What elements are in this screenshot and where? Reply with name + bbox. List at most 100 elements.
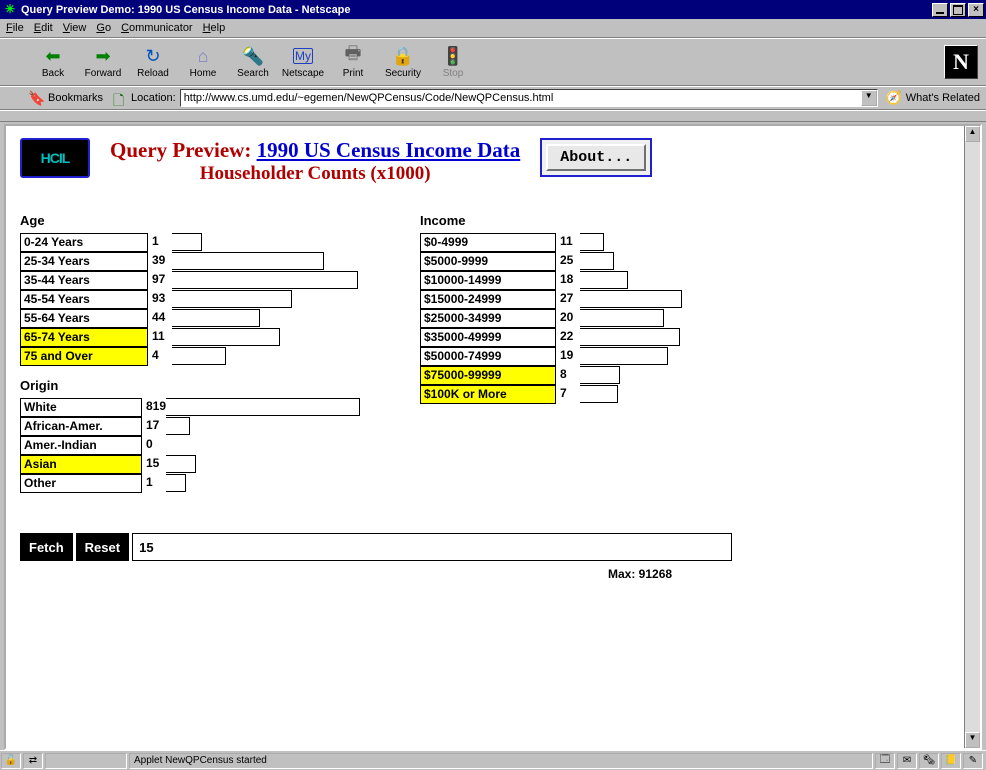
facet-bar [166, 398, 360, 416]
tray-addr-icon[interactable]: 📒 [941, 753, 961, 769]
location-drag-icon[interactable]: 🗋 Location: [113, 90, 176, 106]
facet-count: 25 [556, 252, 580, 271]
search-button[interactable]: 🔦 Search [228, 41, 278, 83]
facet-label[interactable]: $25000-34999 [420, 309, 556, 328]
app-icon: ✳ [2, 2, 18, 18]
facet-label[interactable]: Amer.-Indian [20, 436, 142, 455]
menu-view[interactable]: View [63, 22, 87, 34]
tray-news-icon[interactable]: 🗞 [919, 753, 939, 769]
location-input[interactable] [181, 92, 861, 104]
facet-label[interactable]: 0-24 Years [20, 233, 148, 252]
max-label: Max: 91268 [608, 567, 950, 581]
facet-count: 15 [142, 455, 166, 474]
maximize-button[interactable] [950, 3, 966, 17]
facet-label[interactable]: 55-64 Years [20, 309, 148, 328]
back-label: Back [42, 68, 64, 79]
title-link[interactable]: 1990 US Census Income Data [257, 138, 521, 162]
facet-label[interactable]: Asian [20, 455, 142, 474]
facet-count: 1 [142, 474, 166, 493]
facets: Age 0-24 Years125-34 Years3935-44 Years9… [20, 213, 950, 493]
menu-file[interactable]: File [6, 22, 24, 34]
facet-row: 55-64 Years44 [20, 309, 360, 328]
menubar: File Edit View Go Communicator Help [0, 19, 986, 38]
facet-origin-rows: White819African-Amer.17Amer.-Indian0Asia… [20, 398, 360, 493]
security-button[interactable]: 🔒 Security [378, 41, 428, 83]
home-button[interactable]: ⌂ Home [178, 41, 228, 83]
facet-bar [172, 271, 358, 289]
status-security-icon[interactable]: 🔓 [1, 753, 21, 769]
netscape-logo: N [944, 45, 978, 79]
facet-bar [580, 309, 664, 327]
scroll-down-button[interactable]: ▼ [965, 732, 980, 748]
about-button[interactable]: About... [540, 138, 652, 177]
forward-button[interactable]: ➡ Forward [78, 41, 128, 83]
reload-label: Reload [137, 68, 169, 79]
menu-communicator[interactable]: Communicator [121, 22, 193, 34]
document: HCIL Query Preview: 1990 US Census Incom… [6, 126, 964, 748]
facet-label[interactable]: $35000-49999 [420, 328, 556, 347]
facet-age-title: Age [20, 213, 360, 228]
facet-label[interactable]: $100K or More [420, 385, 556, 404]
facet-label[interactable]: $0-4999 [420, 233, 556, 252]
print-button[interactable]: 🖶 Print [328, 41, 378, 83]
tray-mail-icon[interactable]: ✉ [897, 753, 917, 769]
facet-label[interactable]: $15000-24999 [420, 290, 556, 309]
status-online-icon[interactable]: ⇄ [23, 753, 43, 769]
facet-count: 0 [142, 436, 166, 455]
facet-label[interactable]: White [20, 398, 142, 417]
fetch-button[interactable]: Fetch [20, 533, 73, 561]
stop-button[interactable]: 🚦 Stop [428, 41, 478, 83]
facet-label[interactable]: $10000-14999 [420, 271, 556, 290]
facet-label[interactable]: 35-44 Years [20, 271, 148, 290]
stop-icon: 🚦 [442, 45, 464, 67]
page-title: Query Preview: 1990 US Census Income Dat… [110, 138, 520, 163]
back-button[interactable]: ⬅ Back [28, 41, 78, 83]
facet-count: 93 [148, 290, 172, 309]
facet-bar [580, 366, 620, 384]
facet-bar [172, 290, 292, 308]
scroll-track[interactable] [965, 142, 980, 732]
facet-count: 27 [556, 290, 580, 309]
facet-age-rows: 0-24 Years125-34 Years3935-44 Years9745-… [20, 233, 360, 366]
facet-bar [580, 271, 628, 289]
facet-bar [580, 328, 680, 346]
facet-label[interactable]: 45-54 Years [20, 290, 148, 309]
facet-label[interactable]: $5000-9999 [420, 252, 556, 271]
reset-button[interactable]: Reset [76, 533, 129, 561]
netscape-button[interactable]: My Netscape [278, 41, 328, 83]
facet-label[interactable]: Other [20, 474, 142, 493]
facet-row: Asian15 [20, 455, 360, 474]
whats-related-button[interactable]: 🧭 What's Related [886, 90, 980, 106]
menu-help[interactable]: Help [203, 22, 226, 34]
facet-bar [172, 328, 280, 346]
location-dropdown-button[interactable]: ▼ [861, 90, 877, 106]
facet-label[interactable]: $75000-99999 [420, 366, 556, 385]
facet-bar [580, 233, 604, 251]
facet-label[interactable]: African-Amer. [20, 417, 142, 436]
menu-edit[interactable]: Edit [34, 22, 53, 34]
header-row: HCIL Query Preview: 1990 US Census Incom… [20, 138, 950, 185]
facet-count: 17 [142, 417, 166, 436]
vertical-scrollbar[interactable]: ▲ ▼ [964, 126, 980, 748]
lock-icon: 🔒 [392, 45, 414, 67]
facet-count: 39 [148, 252, 172, 271]
security-label: Security [385, 68, 421, 79]
facet-row: $25000-3499920 [420, 309, 682, 328]
reload-button[interactable]: ↻ Reload [128, 41, 178, 83]
result-bar: 15 [132, 533, 732, 561]
close-button[interactable]: × [968, 3, 984, 17]
tray-nav-icon[interactable]: 🗔 [875, 753, 895, 769]
scroll-up-button[interactable]: ▲ [965, 126, 980, 142]
facet-bar [580, 385, 618, 403]
related-icon: 🧭 [886, 90, 904, 106]
facet-label[interactable]: $50000-74999 [420, 347, 556, 366]
tray-comp-icon[interactable]: ✎ [963, 753, 983, 769]
facet-label[interactable]: 25-34 Years [20, 252, 148, 271]
forward-label: Forward [85, 68, 122, 79]
menu-go[interactable]: Go [96, 22, 111, 34]
bookmarks-button[interactable]: 🔖 Bookmarks [28, 90, 103, 106]
minimize-button[interactable] [932, 3, 948, 17]
facet-label[interactable]: 65-74 Years [20, 328, 148, 347]
facet-label[interactable]: 75 and Over [20, 347, 148, 366]
facet-bar [172, 347, 226, 365]
